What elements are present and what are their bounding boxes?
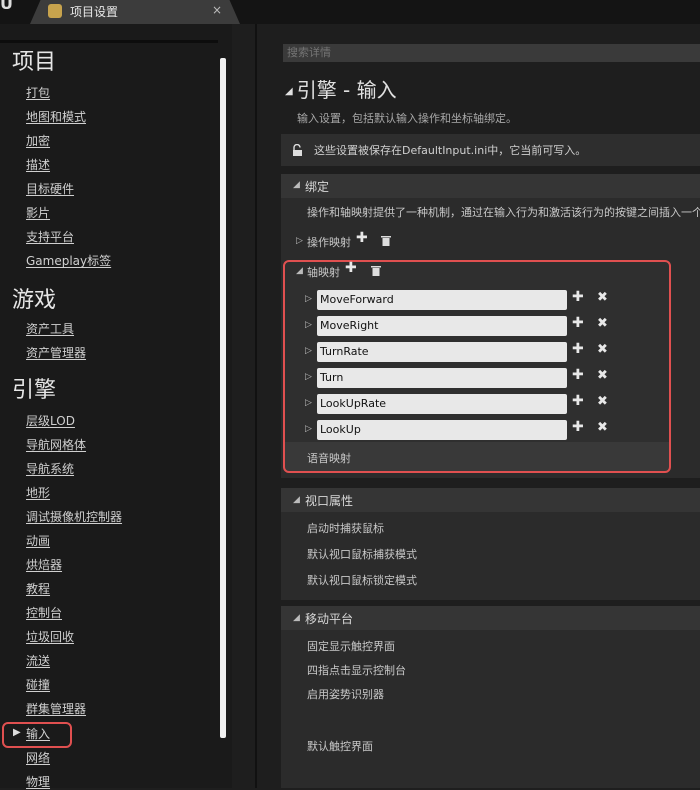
tab-bar: U 项目设置 × (0, 0, 700, 24)
add-key-button[interactable]: ✚ (572, 315, 584, 331)
sidebar-scrollbar[interactable] (220, 58, 226, 738)
sidebar-item-description[interactable]: 描述 (26, 156, 50, 173)
active-arrow-icon: ▶ (13, 727, 21, 738)
collapse-icon[interactable]: ◢ (293, 613, 300, 623)
sidebar-item-packaging[interactable]: 打包 (26, 84, 50, 101)
axis-name-field[interactable]: Turn (317, 368, 567, 388)
add-key-button[interactable]: ✚ (572, 393, 584, 409)
bindings-header[interactable] (281, 174, 700, 198)
capture-mouse-on-launch-label: 启动时捕获鼠标 (307, 522, 384, 535)
sidebar-item-movies[interactable]: 影片 (26, 204, 50, 221)
unlock-icon (293, 144, 302, 156)
collapse-icon[interactable]: ◢ (293, 180, 300, 190)
sidebar-item-hlod[interactable]: 层级LOD (26, 412, 75, 429)
sidebar-item-input[interactable]: 输入 (26, 725, 50, 742)
trash-icon[interactable] (371, 265, 381, 276)
add-key-button[interactable]: ✚ (572, 367, 584, 383)
sidebar-item-animation[interactable]: 动画 (26, 532, 50, 549)
collapse-icon[interactable]: ◢ (296, 266, 303, 276)
sidebar-item-gameplay-tags[interactable]: Gameplay标签 (26, 252, 111, 269)
add-axis-mapping-button[interactable]: ✚ (345, 260, 357, 276)
remove-axis-button[interactable]: ✖ (597, 368, 608, 383)
expand-icon[interactable]: ▷ (305, 398, 312, 408)
four-finger-console-label: 四指点击显示控制台 (307, 664, 406, 677)
trash-icon[interactable] (381, 235, 391, 246)
expand-icon[interactable]: ▷ (305, 424, 312, 434)
mobile-title: 移动平台 (305, 612, 354, 626)
search-input[interactable] (283, 44, 700, 62)
sidebar-item-streaming[interactable]: 流送 (26, 652, 50, 669)
page-description: 输入设置，包括默认输入操作和坐标轴绑定。 (297, 112, 517, 125)
sidebar-item-gc[interactable]: 垃圾回收 (26, 628, 74, 645)
mouse-capture-mode-label: 默认视口鼠标捕获模式 (307, 548, 417, 561)
notice-text: 这些设置被保存在DefaultInput.ini中，它当前可写入。 (314, 144, 587, 157)
sidebar-item-tutorials[interactable]: 教程 (26, 580, 50, 597)
axis-mappings-label: 轴映射 (307, 266, 340, 279)
sidebar-item-maps-modes[interactable]: 地图和模式 (26, 108, 86, 125)
always-show-touch-interface-label: 固定显示触控界面 (307, 640, 395, 653)
section-game: 游戏 (12, 288, 57, 313)
sidebar-item-nav-system[interactable]: 导航系统 (26, 460, 74, 477)
add-key-button[interactable]: ✚ (572, 419, 584, 435)
expand-icon[interactable]: ▷ (305, 372, 312, 382)
collapse-icon[interactable]: ◢ (285, 86, 293, 97)
axis-name-field[interactable]: TurnRate (317, 342, 567, 362)
sidebar-item-network[interactable]: 网络 (26, 749, 50, 766)
axis-name-field[interactable]: MoveRight (317, 316, 567, 336)
tab-title: 项目设置 (70, 5, 119, 19)
sidebar-item-console[interactable]: 控制台 (26, 604, 62, 621)
unreal-logo-icon: U (0, 0, 13, 13)
axis-name-field[interactable]: LookUp (317, 420, 567, 440)
sidebar-item-navmesh[interactable]: 导航网格体 (26, 436, 86, 453)
default-touch-interface-label: 默认触控界面 (307, 740, 373, 753)
bindings-title: 绑定 (305, 180, 330, 194)
section-engine: 引擎 (12, 378, 57, 403)
section-project: 项目 (12, 50, 57, 75)
sidebar-item-collision[interactable]: 碰撞 (26, 676, 50, 693)
add-action-mapping-button[interactable]: ✚ (356, 230, 368, 246)
page-title: ◢ 引擎 - 输入 (285, 74, 397, 103)
sidebar-item-cooker[interactable]: 烘焙器 (26, 556, 62, 573)
speech-mappings-label: 语音映射 (307, 452, 351, 465)
sidebar-item-physics[interactable]: 物理 (26, 773, 50, 790)
expand-icon[interactable]: ▷ (305, 294, 312, 304)
remove-axis-button[interactable]: ✖ (597, 290, 608, 305)
viewport-title: 视口属性 (305, 494, 354, 508)
sidebar-item-asset-tools[interactable]: 资产工具 (26, 320, 74, 337)
remove-axis-button[interactable]: ✖ (597, 394, 608, 409)
expand-icon[interactable]: ▷ (305, 346, 312, 356)
sidebar-item-target-hardware[interactable]: 目标硬件 (26, 180, 74, 197)
sidebar-item-asset-manager[interactable]: 资产管理器 (26, 344, 86, 361)
gesture-recognizer-label: 启用姿势识别器 (307, 688, 384, 701)
axis-name-field[interactable]: LookUpRate (317, 394, 567, 414)
remove-axis-button[interactable]: ✖ (597, 342, 608, 357)
expand-icon[interactable]: ▷ (305, 320, 312, 330)
collapse-icon[interactable]: ◢ (293, 495, 300, 505)
sidebar-divider (0, 40, 218, 43)
sidebar-item-debug-camera[interactable]: 调试摄像机控制器 (26, 508, 122, 525)
axis-name-field[interactable]: MoveForward (317, 290, 567, 310)
add-key-button[interactable]: ✚ (572, 289, 584, 305)
expand-icon[interactable]: ▷ (296, 236, 303, 246)
add-key-button[interactable]: ✚ (572, 341, 584, 357)
sidebar-item-crowd-manager[interactable]: 群集管理器 (26, 700, 86, 717)
sidebar-item-encryption[interactable]: 加密 (26, 132, 50, 149)
page-title-text: 引擎 - 输入 (296, 78, 397, 102)
remove-axis-button[interactable]: ✖ (597, 420, 608, 435)
tab-close-icon[interactable]: × (212, 3, 222, 17)
bindings-description: 操作和轴映射提供了一种机制，通过在输入行为和激活该行为的按键之间插入一个 (307, 206, 700, 219)
settings-tab-icon (48, 4, 62, 18)
mouse-lock-mode-label: 默认视口鼠标锁定模式 (307, 574, 417, 587)
sidebar-item-supported-platforms[interactable]: 支持平台 (26, 228, 74, 245)
action-mappings-label: 操作映射 (307, 236, 351, 249)
remove-axis-button[interactable]: ✖ (597, 316, 608, 331)
sidebar-item-landscape[interactable]: 地形 (26, 484, 50, 501)
